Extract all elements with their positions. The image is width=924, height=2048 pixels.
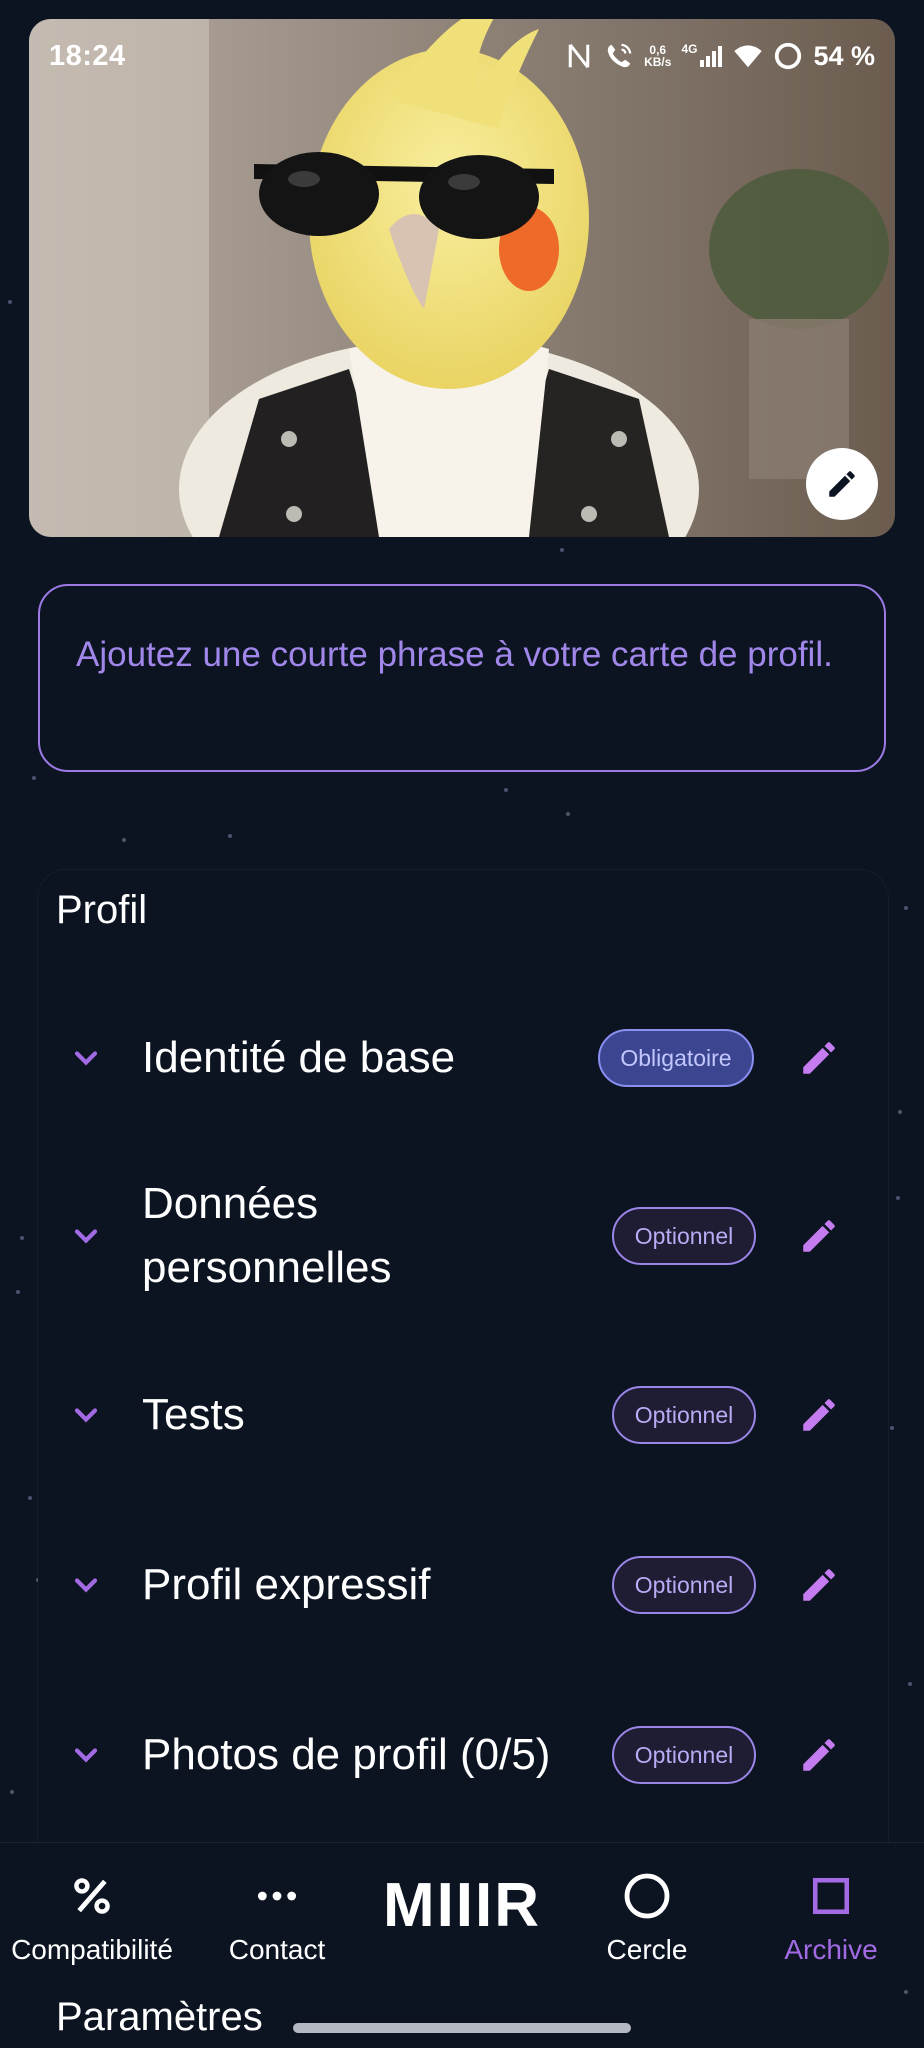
- nav-item-archive[interactable]: Archive: [754, 1872, 908, 1966]
- chevron-down-icon[interactable]: [68, 1737, 104, 1773]
- pencil-icon[interactable]: [798, 1734, 840, 1776]
- profile-row-expressif[interactable]: Profil expressif Optionnel: [38, 1553, 888, 1617]
- wifi-calling-icon: [607, 43, 632, 68]
- battery-saver-icon: [775, 42, 802, 70]
- battery-percentage: 54 %: [813, 40, 875, 71]
- status-time: 18:24: [49, 39, 126, 72]
- nav-item-compatibilite[interactable]: Compatibilité: [8, 1872, 176, 1966]
- chevron-down-icon[interactable]: [68, 1218, 104, 1254]
- signal-icon: [700, 46, 723, 67]
- pencil-icon: [829, 471, 855, 497]
- network-type: 4G: [681, 42, 698, 56]
- status-badge: Obligatoire: [598, 1029, 754, 1087]
- more-dots-icon: [253, 1872, 301, 1920]
- chevron-down-icon[interactable]: [68, 1397, 104, 1433]
- network-speed-unit: KB/s: [644, 55, 672, 69]
- status-bar: 18:24 0,6 KB/s 4G 54 %: [29, 19, 895, 93]
- signal-group: 4G: [681, 43, 723, 69]
- pencil-icon[interactable]: [798, 1037, 840, 1079]
- percent-icon: [68, 1872, 116, 1920]
- profile-row-label: Données personnelles: [142, 1179, 392, 1292]
- edit-photo-button[interactable]: [806, 448, 878, 520]
- square-icon: [807, 1872, 855, 1920]
- status-icons: 0,6 KB/s 4G 54 %: [564, 41, 875, 72]
- nav-label: Cercle: [606, 1934, 688, 1965]
- pencil-icon[interactable]: [798, 1564, 840, 1606]
- wifi-icon: [734, 45, 763, 68]
- profile-row-label: Tests: [142, 1390, 245, 1439]
- status-badge: Optionnel: [612, 1726, 756, 1784]
- status-badge: Optionnel: [612, 1207, 756, 1265]
- nav-label: Archive: [784, 1934, 878, 1965]
- app-logo[interactable]: MIIIR: [360, 1870, 564, 1941]
- chevron-down-icon[interactable]: [68, 1567, 104, 1603]
- pencil-icon[interactable]: [798, 1215, 840, 1257]
- network-speed: 0,6 KB/s: [644, 44, 671, 68]
- profile-row-donnees[interactable]: Données personnelles Optionnel: [38, 1172, 888, 1300]
- profile-section-title: Profil: [56, 888, 148, 932]
- profile-row-label: Profil expressif: [142, 1560, 431, 1609]
- nav-label: Contact: [228, 1934, 326, 1965]
- profile-row-label: Identité de base: [142, 1033, 456, 1082]
- nav-label: Compatibilité: [11, 1934, 173, 1965]
- profile-row-label: Photos de profil (0/5): [142, 1730, 551, 1779]
- profile-row-identite[interactable]: Identité de base Obligatoire: [38, 1026, 888, 1090]
- chevron-down-icon[interactable]: [68, 1040, 104, 1076]
- nfc-icon: [568, 43, 590, 69]
- nav-item-cercle[interactable]: Cercle: [570, 1872, 724, 1966]
- profile-row-tests[interactable]: Tests Optionnel: [38, 1383, 888, 1447]
- profile-cover-photo[interactable]: [29, 19, 895, 537]
- tagline-input[interactable]: Ajoutez une courte phrase à votre carte …: [38, 584, 886, 772]
- status-badge: Optionnel: [612, 1556, 756, 1614]
- settings-label[interactable]: Paramètres: [56, 1995, 263, 2040]
- nav-item-contact[interactable]: Contact: [200, 1872, 354, 1966]
- profile-row-photos[interactable]: Photos de profil (0/5) Optionnel: [38, 1723, 888, 1787]
- tagline-placeholder: Ajoutez une courte phrase à votre carte …: [76, 635, 833, 674]
- pencil-icon[interactable]: [798, 1394, 840, 1436]
- home-indicator[interactable]: [293, 2023, 631, 2033]
- status-badge: Optionnel: [612, 1386, 756, 1444]
- cockatiel-illustration: [29, 19, 895, 537]
- circle-icon: [623, 1872, 671, 1920]
